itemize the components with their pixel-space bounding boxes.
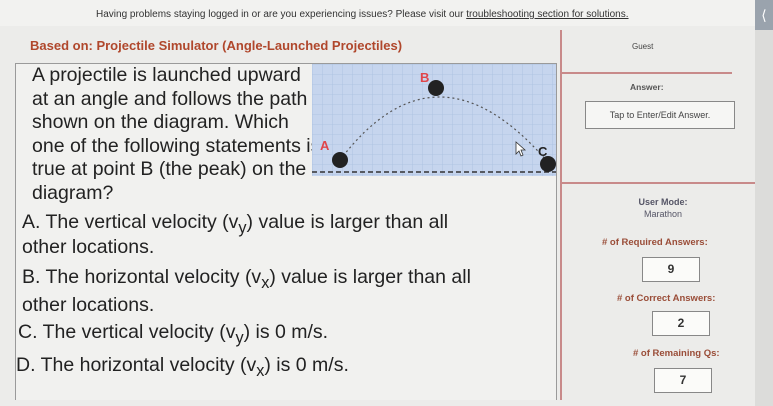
user-mode-label: User Mode: bbox=[638, 197, 688, 207]
option-b-letter: B. bbox=[22, 266, 41, 288]
correct-answers-value: 2 bbox=[652, 311, 710, 336]
question-stem: A projectile is launched upward at an an… bbox=[32, 64, 322, 205]
column-divider bbox=[560, 30, 562, 400]
option-a[interactable]: A. The vertical velocity (vy) value is l… bbox=[22, 211, 448, 238]
remaining-questions-value: 7 bbox=[654, 368, 712, 393]
question-stem-text: A projectile is launched upward at an an… bbox=[32, 64, 321, 204]
banner-message: Having problems staying logged in or are… bbox=[96, 9, 467, 20]
user-mode-value: Marathon bbox=[643, 209, 683, 219]
option-c-text-end: ) is 0 m/s. bbox=[243, 321, 329, 343]
required-answers-value: 9 bbox=[642, 257, 700, 282]
point-c-label: C bbox=[538, 144, 548, 159]
answer-divider-bottom bbox=[560, 182, 755, 184]
answer-label: Answer: bbox=[630, 82, 664, 92]
option-a-text: The vertical velocity (v bbox=[45, 211, 239, 233]
option-b[interactable]: B. The horizontal velocity (vx) value is… bbox=[22, 266, 471, 293]
option-b-continued: other locations. bbox=[22, 294, 155, 316]
banner-text: Having problems staying logged in or are… bbox=[96, 9, 629, 20]
remaining-questions-label: # of Remaining Qs: bbox=[633, 348, 720, 359]
answer-divider-top bbox=[560, 72, 732, 74]
point-b-ball bbox=[428, 80, 444, 96]
enter-answer-button[interactable]: Tap to Enter/Edit Answer. bbox=[585, 101, 735, 129]
option-d-text: The horizontal velocity (v bbox=[40, 354, 257, 376]
option-a-letter: A. bbox=[22, 211, 41, 233]
option-d-text-end: ) is 0 m/s. bbox=[264, 354, 349, 376]
option-a-continued: other locations. bbox=[22, 236, 155, 258]
option-c-text: The vertical velocity (v bbox=[42, 321, 236, 343]
side-tab-icon[interactable]: ⟨ bbox=[755, 0, 773, 30]
point-a-label: A bbox=[320, 138, 330, 153]
option-a-text-end: ) value is larger than all bbox=[246, 211, 449, 233]
option-d-letter: D. bbox=[16, 354, 36, 376]
option-c-subscript: y bbox=[235, 328, 244, 347]
guest-label: Guest bbox=[632, 42, 654, 51]
required-answers-label: # of Required Answers: bbox=[602, 237, 708, 248]
projectile-diagram: A B C bbox=[312, 64, 556, 176]
troubleshooting-banner: Having problems staying logged in or are… bbox=[0, 0, 773, 26]
point-a-ball bbox=[332, 152, 348, 168]
correct-answers-label: # of Correct Answers: bbox=[617, 293, 716, 304]
troubleshooting-link[interactable]: troubleshooting section for solutions. bbox=[466, 9, 628, 20]
option-d[interactable]: D. The horizontal velocity (vx) is 0 m/s… bbox=[16, 354, 349, 381]
option-c-letter: C. bbox=[18, 321, 38, 343]
point-b-label: B bbox=[420, 70, 429, 85]
page-title: Based on: Projectile Simulator (Angle-La… bbox=[30, 38, 403, 53]
option-c[interactable]: C. The vertical velocity (vy) is 0 m/s. bbox=[18, 321, 328, 348]
option-b-text-end: ) value is larger than all bbox=[269, 266, 471, 288]
option-a-subscript: y bbox=[238, 218, 247, 237]
option-b-text: The horizontal velocity (v bbox=[45, 266, 262, 288]
